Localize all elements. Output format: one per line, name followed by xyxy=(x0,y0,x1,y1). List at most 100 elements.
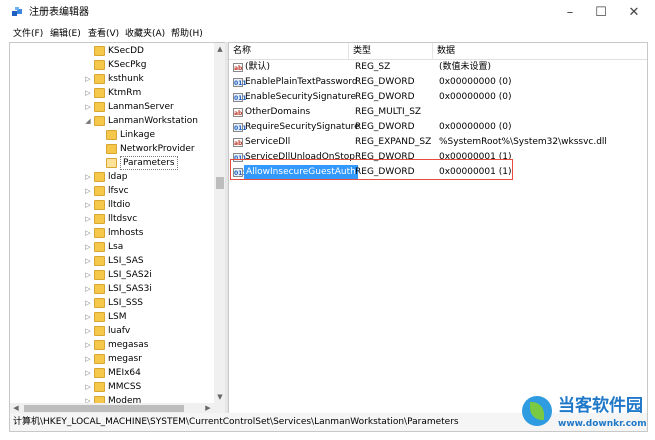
no-expander xyxy=(84,58,92,72)
tree-item[interactable]: ▷ lmhosts xyxy=(10,226,214,240)
binary-value-icon: 011 xyxy=(233,93,247,102)
value-type: REG_DWORD xyxy=(355,122,415,132)
expand-arrow-icon[interactable]: ▷ xyxy=(84,170,92,184)
column-name[interactable]: 名称 xyxy=(229,43,349,59)
expand-arrow-icon[interactable]: ▷ xyxy=(84,394,92,403)
column-type[interactable]: 类型 xyxy=(349,43,433,59)
minimize-button[interactable]: – xyxy=(553,3,587,23)
value-row[interactable]: ab (默认) REG_SZ (数值未设置) xyxy=(229,60,647,75)
tree-item[interactable]: ▷ MEIx64 xyxy=(10,366,214,380)
value-row[interactable]: ab OtherDomains REG_MULTI_SZ xyxy=(229,105,647,120)
column-data[interactable]: 数据 xyxy=(433,43,647,59)
close-button[interactable]: ✕ xyxy=(617,3,651,23)
tree-item[interactable]: Linkage xyxy=(10,128,214,142)
menu-view[interactable]: 查看(V) xyxy=(88,28,119,40)
expand-arrow-icon[interactable]: ▷ xyxy=(84,268,92,282)
expand-arrow-icon[interactable]: ▷ xyxy=(84,184,92,198)
tree-item[interactable]: KSecPkg xyxy=(10,58,214,72)
tree-item[interactable]: ▷ Lsa xyxy=(10,240,214,254)
tree-item-label: megasas xyxy=(108,340,149,350)
value-row[interactable]: 011 EnableSecuritySignature REG_DWORD 0x000… xyxy=(229,90,647,105)
expand-arrow-icon[interactable]: ▷ xyxy=(84,310,92,324)
key-tree: KSecDD KSecPkg ▷ ksthunk ▷ KtmRm ▷ LanmanServer… xyxy=(10,43,214,403)
tree-item[interactable]: ▷ LSI_SSS xyxy=(10,296,214,310)
value-row[interactable]: ab ServiceDll REG_EXPAND_SZ %SystemRoot%\Sy… xyxy=(229,135,647,150)
tree-item[interactable]: ▷ lltdsvc xyxy=(10,212,214,226)
tree-item[interactable]: ▷ ksthunk xyxy=(10,72,214,86)
watermark-site-url: www.downkr.com xyxy=(558,419,647,429)
tree-item-label: lltdio xyxy=(108,200,131,210)
tree-hscroll-thumb[interactable] xyxy=(24,405,184,412)
tree-item[interactable]: ▷ lltdio xyxy=(10,198,214,212)
expand-arrow-icon[interactable]: ▷ xyxy=(84,296,92,310)
menu-bar: 文件(F) 编辑(E) 查看(V) 收藏夹(A) 帮助(H) xyxy=(0,26,655,42)
value-name: RequireSecuritySignature xyxy=(245,122,360,132)
expand-arrow-icon[interactable]: ▷ xyxy=(84,254,92,268)
expand-arrow-icon[interactable]: ▷ xyxy=(84,324,92,338)
menu-file[interactable]: 文件(F) xyxy=(13,28,43,40)
collapse-arrow-icon[interactable]: ◢ xyxy=(84,114,92,128)
menu-help[interactable]: 帮助(H) xyxy=(171,28,203,40)
tree-item[interactable]: ▷ luafv xyxy=(10,324,214,338)
value-name: EnableSecuritySignature xyxy=(245,92,357,102)
expand-arrow-icon[interactable]: ▷ xyxy=(84,380,92,394)
menu-edit[interactable]: 编辑(E) xyxy=(50,28,81,40)
tree-item-label: lltdsvc xyxy=(108,214,138,224)
tree-item[interactable]: ▷ MMCSS xyxy=(10,380,214,394)
tree-item[interactable]: ▷ Modem xyxy=(10,394,214,403)
tree-item-label: Modem xyxy=(108,396,142,403)
expand-arrow-icon[interactable]: ▷ xyxy=(84,212,92,226)
tree-item[interactable]: ▷ LSI_SAS2i xyxy=(10,268,214,282)
tree-item[interactable]: ▷ lfsvc xyxy=(10,184,214,198)
tree-item-label: KSecDD xyxy=(108,46,144,56)
value-name: OtherDomains xyxy=(245,107,311,117)
expand-arrow-icon[interactable]: ▷ xyxy=(84,352,92,366)
value-row[interactable]: 011 RequireSecuritySignature REG_DWORD 0x00… xyxy=(229,120,647,135)
tree-scroll-thumb[interactable] xyxy=(216,177,224,189)
binary-value-icon: 011 xyxy=(233,78,247,87)
folder-icon xyxy=(94,116,105,126)
list-header: 名称 类型 数据 xyxy=(229,43,647,60)
folder-icon xyxy=(94,354,105,364)
tree-item-label: LSM xyxy=(108,312,127,322)
expand-arrow-icon[interactable]: ▷ xyxy=(84,366,92,380)
expand-arrow-icon[interactable]: ▷ xyxy=(84,338,92,352)
tree-item[interactable]: ▷ LSM xyxy=(10,310,214,324)
string-value-icon: ab xyxy=(233,108,243,117)
tree-item[interactable]: ▷ megasas xyxy=(10,338,214,352)
tree-item[interactable]: ▷ KtmRm xyxy=(10,86,214,100)
expand-arrow-icon[interactable]: ▷ xyxy=(84,100,92,114)
tree-item[interactable]: ▷ LSI_SAS xyxy=(10,254,214,268)
tree-item[interactable]: ▷ ldap xyxy=(10,170,214,184)
expand-arrow-icon[interactable]: ▷ xyxy=(84,226,92,240)
tree-item-label: NetworkProvider xyxy=(120,144,195,154)
value-list-pane[interactable]: 名称 类型 数据 ab (默认) REG_SZ (数值未设置) 011 EnablePla… xyxy=(228,42,648,415)
folder-icon xyxy=(94,368,105,378)
no-expander xyxy=(96,142,104,156)
expand-arrow-icon[interactable]: ▷ xyxy=(84,240,92,254)
expand-arrow-icon[interactable]: ▷ xyxy=(84,282,92,296)
folder-icon xyxy=(94,242,105,252)
value-type: REG_SZ xyxy=(355,62,391,72)
tree-item[interactable]: ▷ LanmanServer xyxy=(10,100,214,114)
expand-arrow-icon[interactable]: ▷ xyxy=(84,86,92,100)
tree-item[interactable]: KSecDD xyxy=(10,44,214,58)
value-type: REG_DWORD xyxy=(355,92,415,102)
value-type: REG_DWORD xyxy=(355,77,415,87)
title-bar: 注册表编辑器 – ☐ ✕ xyxy=(0,0,655,26)
folder-icon xyxy=(106,144,117,154)
binary-value-icon: 011 xyxy=(233,123,247,132)
expand-arrow-icon[interactable]: ▷ xyxy=(84,72,92,86)
key-tree-pane[interactable]: KSecDD KSecPkg ▷ ksthunk ▷ KtmRm ▷ LanmanServer… xyxy=(9,42,226,415)
tree-item[interactable]: ▷ LSI_SAS3i xyxy=(10,282,214,296)
window-title: 注册表编辑器 xyxy=(29,7,89,18)
maximize-button[interactable]: ☐ xyxy=(584,3,618,23)
menu-favorites[interactable]: 收藏夹(A) xyxy=(125,28,165,40)
expand-arrow-icon[interactable]: ▷ xyxy=(84,198,92,212)
tree-item[interactable]: ▷ megasr xyxy=(10,352,214,366)
value-row[interactable]: 011 EnablePlainTextPassword REG_DWORD 0x000… xyxy=(229,75,647,90)
tree-item[interactable]: Parameters xyxy=(10,156,214,170)
folder-icon xyxy=(94,186,105,196)
tree-item[interactable]: ◢ LanmanWorkstation xyxy=(10,114,214,128)
tree-item[interactable]: NetworkProvider xyxy=(10,142,214,156)
